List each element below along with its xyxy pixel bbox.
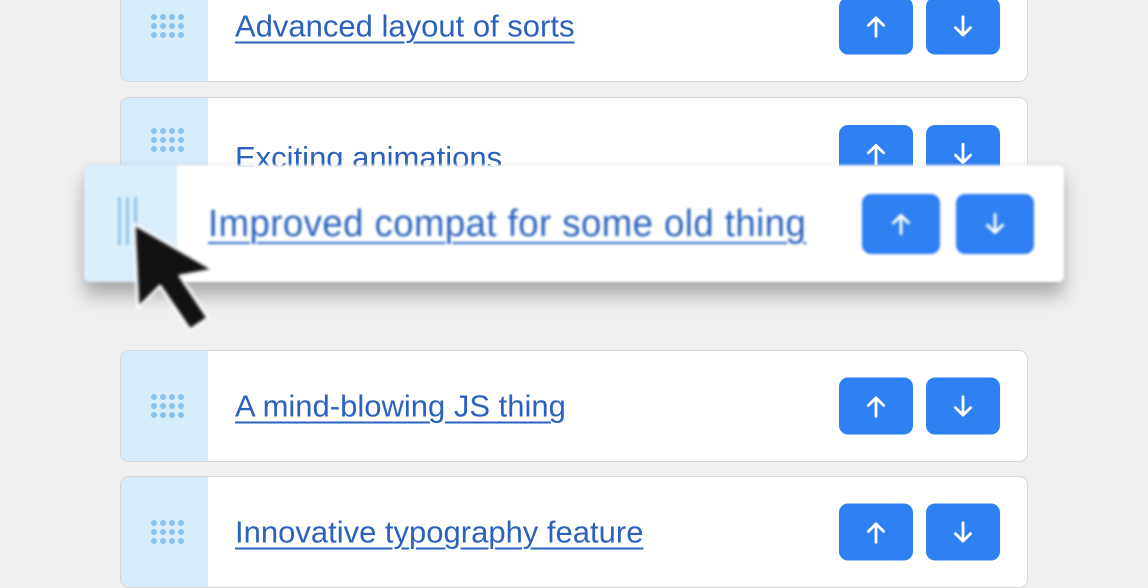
- drag-handle[interactable]: [121, 351, 208, 461]
- arrow-down-icon: [954, 520, 972, 543]
- item-title-link[interactable]: Innovative typography feature: [235, 517, 643, 548]
- drag-handle-icon: [151, 520, 184, 544]
- item-title-link[interactable]: Improved compat for some old thing: [208, 205, 806, 243]
- move-down-button[interactable]: [926, 503, 1000, 561]
- move-down-button[interactable]: [956, 193, 1034, 254]
- arrow-up-icon: [867, 15, 885, 38]
- list-item[interactable]: A mind-blowing JS thing: [120, 350, 1028, 462]
- list-item[interactable]: Innovative typography feature: [120, 476, 1028, 588]
- list-item[interactable]: Advanced layout of sorts: [120, 0, 1028, 82]
- move-up-button[interactable]: [862, 193, 940, 254]
- drag-handle[interactable]: [121, 477, 208, 587]
- arrow-up-icon: [867, 395, 885, 418]
- move-down-button[interactable]: [926, 377, 1000, 435]
- drag-handle-icon: [151, 14, 184, 38]
- arrow-up-icon: [867, 143, 885, 165]
- item-title-link[interactable]: A mind-blowing JS thing: [235, 391, 566, 422]
- drag-handle-icon: [151, 394, 184, 418]
- drag-handle[interactable]: [121, 0, 208, 81]
- move-down-button[interactable]: [926, 0, 1000, 55]
- mouse-pointer-icon: [132, 222, 216, 332]
- arrow-down-icon: [986, 212, 1004, 234]
- drag-handle-icon: [151, 128, 184, 152]
- move-up-button[interactable]: [839, 0, 913, 55]
- move-up-button[interactable]: [839, 377, 913, 435]
- arrow-up-icon: [867, 521, 885, 544]
- arrow-down-icon: [954, 142, 972, 164]
- arrow-down-icon: [954, 394, 972, 417]
- move-up-button[interactable]: [839, 503, 913, 561]
- item-title-link[interactable]: Advanced layout of sorts: [235, 11, 574, 42]
- arrow-up-icon: [892, 213, 910, 235]
- arrow-down-icon: [954, 14, 972, 37]
